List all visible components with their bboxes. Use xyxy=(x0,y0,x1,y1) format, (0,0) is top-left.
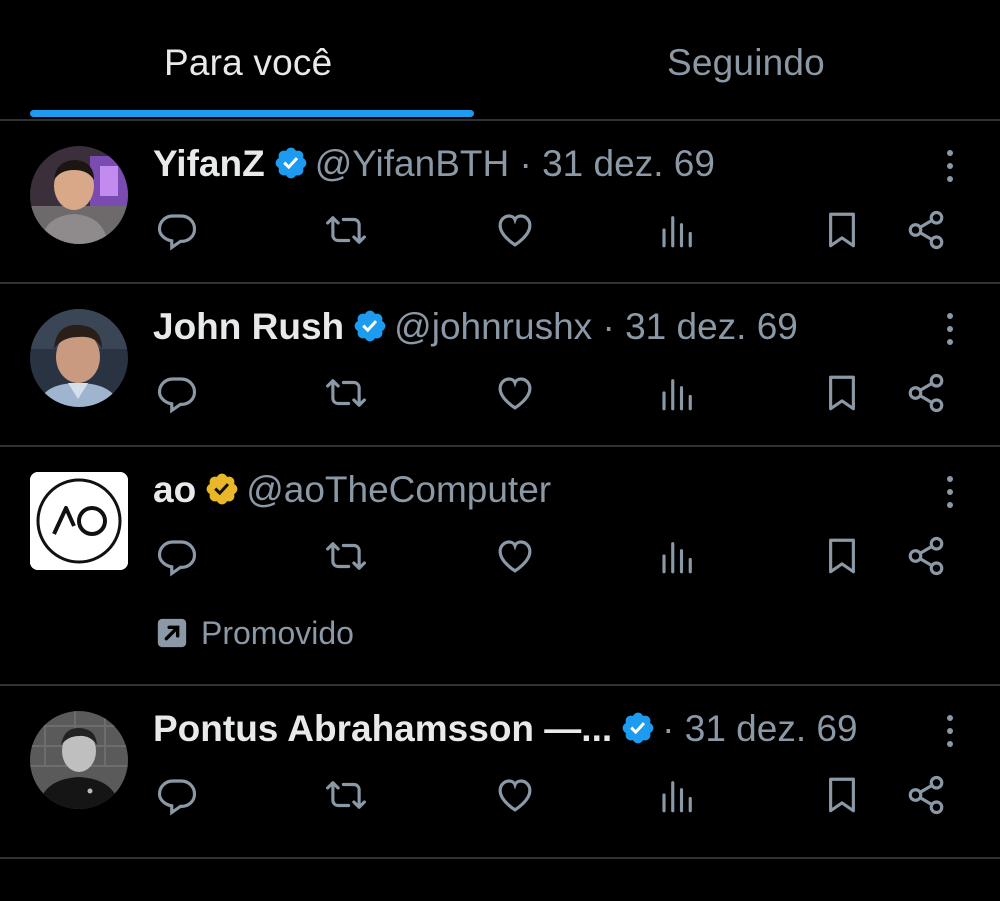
bookmark-icon[interactable] xyxy=(821,774,871,824)
verified-badge-icon xyxy=(354,310,386,342)
retweet-icon[interactable] xyxy=(325,535,375,585)
tweet-header: YifanZ @YifanBTH · 31 dez. 69 xyxy=(153,141,715,187)
tweet-actions xyxy=(150,209,960,259)
views-icon[interactable] xyxy=(657,209,707,259)
share-icon[interactable] xyxy=(905,774,955,824)
tweet[interactable]: Pontus Abrahamsson —... · 31 dez. 69 xyxy=(0,686,1000,859)
separator-dot: · xyxy=(519,143,532,184)
reply-icon[interactable] xyxy=(156,372,206,422)
verified-badge-icon xyxy=(275,147,307,179)
avatar[interactable] xyxy=(30,146,128,244)
reply-icon[interactable] xyxy=(156,209,206,259)
views-icon[interactable] xyxy=(657,774,707,824)
more-options-icon[interactable] xyxy=(938,712,962,752)
like-icon[interactable] xyxy=(494,774,544,824)
tweet-date[interactable]: 31 dez. 69 xyxy=(685,708,858,749)
promoted-text: Promovido xyxy=(201,615,354,651)
tweet-promoted[interactable]: ao @aoTheComputer Promovido xyxy=(0,447,1000,686)
promoted-label: Promovido xyxy=(155,615,354,651)
author-name[interactable]: YifanZ xyxy=(153,143,265,184)
share-icon[interactable] xyxy=(905,209,955,259)
share-icon[interactable] xyxy=(905,372,955,422)
tweet-header: John Rush @johnrushx · 31 dez. 69 xyxy=(153,304,798,350)
tweet-date[interactable]: 31 dez. 69 xyxy=(625,306,798,347)
avatar[interactable] xyxy=(30,309,128,407)
like-icon[interactable] xyxy=(494,535,544,585)
tweet-header: ao @aoTheComputer xyxy=(153,467,551,513)
timeline-tabs: Para você Seguindo xyxy=(0,0,1000,121)
views-icon[interactable] xyxy=(657,372,707,422)
active-tab-indicator xyxy=(30,110,474,117)
bookmark-icon[interactable] xyxy=(821,209,871,259)
tweet[interactable]: YifanZ @YifanBTH · 31 dez. 69 xyxy=(0,121,1000,284)
more-options-icon[interactable] xyxy=(938,310,962,350)
tweet-actions xyxy=(150,774,960,824)
retweet-icon[interactable] xyxy=(325,774,375,824)
like-icon[interactable] xyxy=(494,372,544,422)
separator-dot: · xyxy=(662,708,675,749)
more-options-icon[interactable] xyxy=(938,473,962,513)
author-handle[interactable]: @YifanBTH xyxy=(315,143,510,184)
author-name[interactable]: John Rush xyxy=(153,306,344,347)
tweet-date[interactable]: 31 dez. 69 xyxy=(542,143,715,184)
avatar[interactable] xyxy=(30,711,128,809)
separator-dot: · xyxy=(602,306,615,347)
verified-gold-badge-icon xyxy=(206,473,238,505)
more-options-icon[interactable] xyxy=(938,147,962,187)
tweet[interactable]: John Rush @johnrushx · 31 dez. 69 xyxy=(0,284,1000,447)
author-name[interactable]: ao xyxy=(153,469,196,510)
bookmark-icon[interactable] xyxy=(821,535,871,585)
bookmark-icon[interactable] xyxy=(821,372,871,422)
tweet-actions xyxy=(150,535,960,585)
author-name[interactable]: Pontus Abrahamsson —... xyxy=(153,708,612,749)
author-handle[interactable]: @aoTheComputer xyxy=(246,469,551,510)
retweet-icon[interactable] xyxy=(325,209,375,259)
promoted-arrow-icon xyxy=(157,618,187,647)
retweet-icon[interactable] xyxy=(325,372,375,422)
tab-seguindo[interactable]: Seguindo xyxy=(667,42,825,84)
tweet-header: Pontus Abrahamsson —... · 31 dez. 69 xyxy=(153,706,858,752)
reply-icon[interactable] xyxy=(156,774,206,824)
tweet-actions xyxy=(150,372,960,422)
like-icon[interactable] xyxy=(494,209,544,259)
share-icon[interactable] xyxy=(905,535,955,585)
tab-para-voce[interactable]: Para você xyxy=(164,42,332,84)
avatar[interactable] xyxy=(30,472,128,570)
reply-icon[interactable] xyxy=(156,535,206,585)
views-icon[interactable] xyxy=(657,535,707,585)
verified-badge-icon xyxy=(622,712,654,744)
author-handle[interactable]: @johnrushx xyxy=(394,306,592,347)
